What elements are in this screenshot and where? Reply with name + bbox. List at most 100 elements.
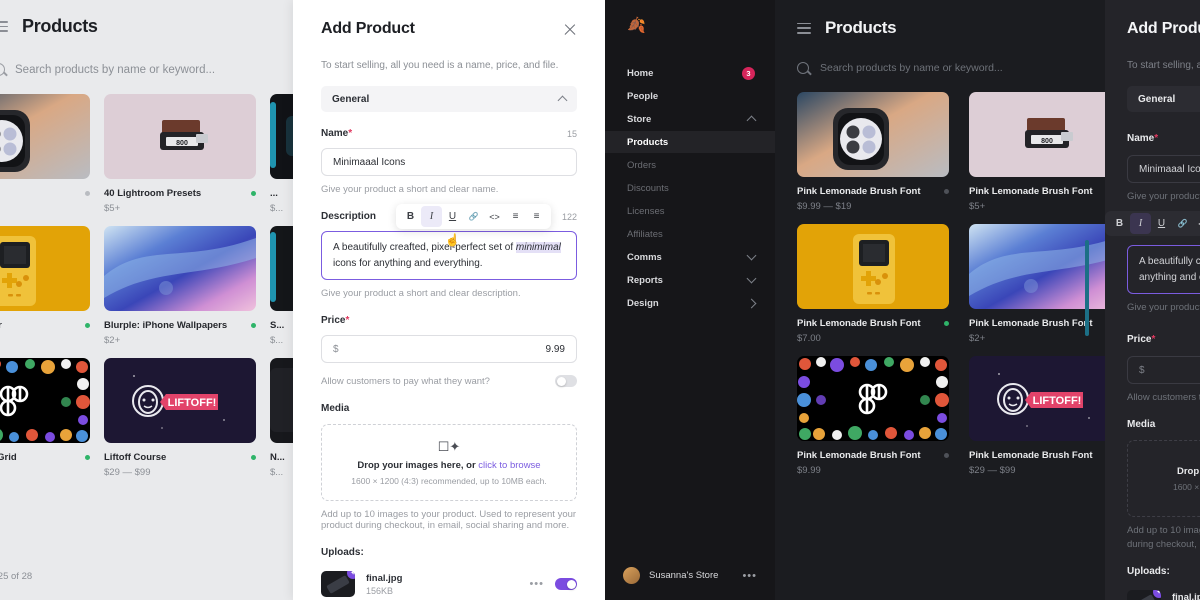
product-thumbnail[interactable] <box>104 226 256 311</box>
add-product-modal-dark: Add Produc To start selling, all yo Gene… <box>1105 0 1200 600</box>
product-thumbnail[interactable]: 800 <box>104 94 256 179</box>
upload-toggle[interactable] <box>555 578 577 590</box>
hamburger-icon[interactable] <box>0 21 8 32</box>
product-card[interactable]: 800 Pink Lemonade Brush Font $5+ <box>969 92 1105 212</box>
chevron-up-icon <box>557 95 568 106</box>
underline-icon[interactable]: U <box>442 206 463 227</box>
product-card[interactable]: ...nder Render ...00 <box>0 226 90 346</box>
notification-badge: 3 <box>742 66 755 80</box>
product-thumbnail[interactable] <box>270 358 293 443</box>
close-icon[interactable] <box>563 23 577 37</box>
product-thumbnail[interactable] <box>0 358 90 443</box>
search-input-dark[interactable]: Search products by name or keyword... <box>797 62 1105 74</box>
status-badge <box>251 455 256 460</box>
sidebar-item-label: Discounts <box>627 182 669 194</box>
modal-header: Add Product <box>321 20 577 38</box>
product-name: Pink Lemonade Brush Font <box>969 186 1093 197</box>
product-price: ...00 <box>0 335 90 346</box>
sidebar-item-orders[interactable]: Orders <box>605 154 775 176</box>
name-label-dark: Name* <box>1127 133 1159 144</box>
hamburger-icon[interactable] <box>797 22 811 34</box>
product-name: Pink Lemonade Brush Font <box>969 450 1093 461</box>
product-card[interactable]: Pink Lemonade Brush Font $7.00 <box>797 224 949 344</box>
product-card[interactable]: 800 40 Lightroom Presets $5+ <box>104 94 256 214</box>
bold-icon[interactable]: B <box>400 206 421 227</box>
ordered-list-icon[interactable]: ≡ <box>526 206 547 227</box>
product-name-row: N... <box>270 452 293 463</box>
link-icon[interactable]: 🔗 <box>1172 213 1193 234</box>
product-card[interactable]: Pink Lemonade Brush Font $9.99 <box>797 356 949 476</box>
pwyw-toggle[interactable] <box>555 375 577 387</box>
sidebar-item-label: Reports <box>627 274 663 286</box>
name-input-dark[interactable]: Minimaaal Icons <box>1127 155 1200 183</box>
product-name: Pink Lemonade Brush Font <box>797 186 921 197</box>
product-card[interactable]: N... $... <box>270 358 293 478</box>
title-row-dark: Products <box>797 18 1105 38</box>
product-card[interactable]: LIFTOFF! Liftoff Course $29 — $99 <box>104 358 256 478</box>
accordion-general-dark[interactable]: General <box>1127 86 1200 112</box>
svg-text:LIFTOFF!: LIFTOFF! <box>168 397 217 409</box>
pwyw-row[interactable]: Allow customers to pay what they want? <box>321 375 577 387</box>
product-thumbnail[interactable]: 800 <box>969 92 1105 177</box>
desc-text-selected: minimimal <box>515 242 561 253</box>
sidebar-item-people[interactable]: People <box>605 85 775 107</box>
product-card[interactable]: Pink Lemonade Brush Font $9.99 — $19 <box>797 92 949 212</box>
upload-badge-icon: ✦ <box>347 571 355 579</box>
product-thumbnail[interactable]: LIFTOFF! <box>969 356 1105 441</box>
description-hint: Give your product a short and clear desc… <box>321 288 521 299</box>
product-thumbnail[interactable] <box>797 224 949 309</box>
product-card[interactable]: S... $... <box>270 226 293 346</box>
accordion-general[interactable]: General <box>321 86 577 112</box>
sidebar-item-design[interactable]: Design <box>605 292 775 314</box>
link-icon[interactable]: 🔗 <box>463 206 484 227</box>
product-thumbnail[interactable]: LIFTOFF! <box>104 358 256 443</box>
browse-link[interactable]: click to browse <box>478 460 540 471</box>
desc-text-before: A beautifully creafted, pixel-perfect se… <box>333 242 516 253</box>
product-thumbnail[interactable] <box>797 356 949 441</box>
sidebar-item-home[interactable]: Home 3 <box>605 62 775 84</box>
media-dropzone[interactable]: ☐✦ Drop your images here, or click to br… <box>321 424 577 501</box>
search-input[interactable]: Search products by name or keyword... <box>0 63 293 76</box>
description-textarea-dark[interactable]: A beautifully creaf anything and ever <box>1127 245 1200 294</box>
underline-icon[interactable]: U <box>1151 213 1172 234</box>
store-menu-icon[interactable]: ••• <box>742 570 757 582</box>
leaf-logo-icon[interactable]: 🍂 <box>627 18 646 36</box>
uploads-label-dark: Uploads: <box>1127 566 1170 577</box>
sidebar-item-store[interactable]: Store <box>605 108 775 130</box>
sidebar-item-reports[interactable]: Reports <box>605 269 775 291</box>
sidebar-item-affiliates[interactable]: Affiliates <box>605 223 775 245</box>
sidebar-item-products[interactable]: Products <box>605 131 775 153</box>
name-input[interactable]: Minimaaal Icons <box>321 148 577 176</box>
chevron-down-icon <box>746 250 757 261</box>
sidebar-item-licenses[interactable]: Licenses <box>605 200 775 222</box>
product-thumbnail[interactable] <box>270 226 293 311</box>
product-card[interactable]: ...cksy App ...99 — $19 <box>0 94 90 214</box>
upload-menu-icon[interactable]: ••• <box>529 578 544 590</box>
product-card[interactable]: Blurple: iPhone Wallpapers $2+ <box>104 226 256 346</box>
italic-icon[interactable]: I <box>1130 213 1151 234</box>
code-icon[interactable]: <> <box>484 206 505 227</box>
status-badge <box>944 453 949 458</box>
price-label: Price* <box>321 315 350 326</box>
product-card[interactable]: ... $... <box>270 94 293 214</box>
bullet-list-icon[interactable]: ≡ <box>505 206 526 227</box>
product-card[interactable]: LIFTOFF! Pink Lemonade Brush Font $29 — $9… <box>969 356 1105 476</box>
rich-text-toolbar[interactable]: B I U 🔗 <> ≡ ≡ <box>396 204 551 229</box>
product-thumbnail[interactable] <box>0 226 90 311</box>
bold-icon[interactable]: B <box>1109 213 1130 234</box>
modal-subtitle: To start selling, all you need is a name… <box>321 60 559 71</box>
price-input-dark[interactable]: $ <box>1127 356 1200 384</box>
italic-icon[interactable]: I <box>421 206 442 227</box>
product-thumbnail[interactable] <box>0 94 90 179</box>
media-dropzone-dark[interactable]: Drop y 1600 × 12 <box>1127 440 1200 517</box>
product-thumbnail[interactable] <box>270 94 293 179</box>
sidebar-footer[interactable]: Susanna's Store ••• <box>605 567 775 584</box>
sidebar-item-comms[interactable]: Comms <box>605 246 775 268</box>
price-input[interactable]: $ 9.99 <box>321 335 577 363</box>
code-icon[interactable]: <> <box>1193 213 1200 234</box>
search-placeholder-dark: Search products by name or keyword... <box>820 62 1003 74</box>
product-card[interactable]: ...stering the Grid ...99 <box>0 358 90 478</box>
rich-text-toolbar-dark[interactable]: BIU🔗<>≡≡ <box>1105 211 1200 236</box>
sidebar-item-discounts[interactable]: Discounts <box>605 177 775 199</box>
product-thumbnail[interactable] <box>797 92 949 177</box>
